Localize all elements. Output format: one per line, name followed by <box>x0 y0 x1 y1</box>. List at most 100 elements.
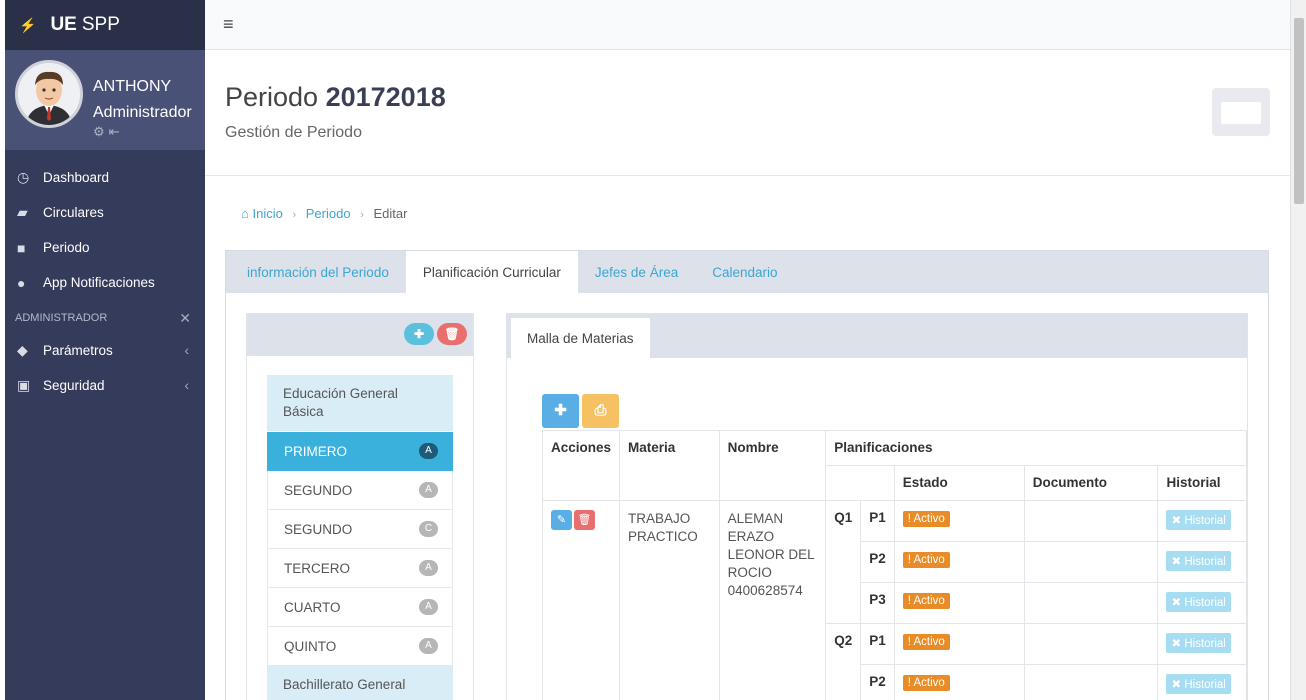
edit-icon[interactable]: ✎ <box>551 510 572 530</box>
list-item-segundo-c[interactable]: SEGUNDO C <box>267 510 453 549</box>
tab-malla-materias[interactable]: Malla de Materias <box>511 318 650 358</box>
parallel-badge: A <box>419 482 438 498</box>
breadcrumb-current: Editar <box>373 206 408 221</box>
page-title: Periodo 20172018 <box>225 82 446 113</box>
status-label: Activo <box>913 636 945 648</box>
tab-jefes-area[interactable]: Jefes de Área <box>578 251 695 293</box>
historial-button[interactable]: ✖ Historial <box>1166 551 1231 571</box>
cell-documento <box>1023 541 1159 583</box>
historial-label: Historial <box>1184 556 1226 568</box>
brand-rest: SPP <box>81 14 120 35</box>
historial-label: Historial <box>1184 597 1226 609</box>
tab-calendario[interactable]: Calendario <box>695 251 794 293</box>
book-icon: ■ <box>17 239 26 256</box>
sidebar-item-periodo[interactable]: ■ Periodo <box>5 230 205 265</box>
sidebar-item-circulares[interactable]: ▰ Circulares <box>5 195 205 230</box>
sidebar-item-parametros[interactable]: ◆ Parámetros ‹ <box>5 333 205 368</box>
status-label: Activo <box>913 677 945 689</box>
sidebar-item-label: Seguridad <box>43 378 105 393</box>
sidebar-item-label: Periodo <box>43 240 90 255</box>
vertical-scrollbar[interactable] <box>1290 0 1306 700</box>
add-subject-button[interactable]: ✚ <box>542 394 579 428</box>
cell-historial: ✖ Historial <box>1157 664 1247 700</box>
exclamation-icon: ! <box>907 636 911 648</box>
add-level-button[interactable]: ✚ <box>404 323 434 345</box>
subjects-tabs: Malla de Materias <box>507 314 1247 358</box>
group-educacion-basica: Educación General Básica <box>267 375 453 431</box>
cell-parcial: P2 <box>860 664 895 700</box>
list-item-label: SEGUNDO <box>284 482 353 498</box>
breadcrumb-home[interactable]: ⌂ Inicio <box>241 206 283 221</box>
historial-button[interactable]: ✖ Historial <box>1166 592 1231 612</box>
historial-button[interactable]: ✖ Historial <box>1166 510 1231 530</box>
user-name: ANTHONY <box>93 78 172 95</box>
tab-informacion-periodo[interactable]: información del Periodo <box>230 251 406 293</box>
home-icon: ⌂ <box>241 206 249 221</box>
cell-historial: ✖ Historial <box>1157 623 1247 665</box>
sidebar-item-dashboard[interactable]: ◷ Dashboard <box>5 160 205 195</box>
list-item-primero[interactable]: PRIMERO A <box>267 432 453 471</box>
list-item-cuarto[interactable]: CUARTO A <box>267 588 453 627</box>
parallel-badge: A <box>419 560 438 576</box>
cell-parcial: P1 <box>860 500 895 542</box>
status-label: Activo <box>913 595 945 607</box>
sidebar-item-seguridad[interactable]: ▣ Seguridad ‹ <box>5 368 205 403</box>
sidebar-item-label: Circulares <box>43 205 104 220</box>
status-badge: ! Activo <box>902 511 950 527</box>
list-item-segundo[interactable]: SEGUNDO A <box>267 471 453 510</box>
list-item-quinto[interactable]: QUINTO A <box>267 627 453 666</box>
chevron-left-icon: ‹ <box>184 378 190 393</box>
exclamation-icon: ! <box>907 513 911 525</box>
historial-button[interactable]: ✖ Historial <box>1166 674 1231 694</box>
user-role: Administrador <box>93 104 192 121</box>
gear-icon[interactable]: ⚙ <box>93 124 109 139</box>
top-navbar: ≡ <box>205 0 1290 50</box>
cell-parcial: P2 <box>860 541 895 583</box>
header-widget <box>1212 88 1270 136</box>
breadcrumb-periodo[interactable]: Periodo <box>306 206 351 221</box>
admin-header-label: ADMINISTRADOR <box>15 312 108 324</box>
page-subtitle: Gestión de Periodo <box>225 124 362 141</box>
brand-logo[interactable]: ⚡ UE SPP <box>5 0 205 50</box>
col-estado: Estado <box>893 465 1025 501</box>
status-badge: ! Activo <box>902 552 950 568</box>
sidebar-item-label: App Notificaciones <box>43 275 155 290</box>
tabs-bar: información del Periodo Planificación Cu… <box>226 251 1268 293</box>
cell-parcial: P1 <box>860 623 895 665</box>
logout-icon[interactable]: ⇤ <box>109 124 124 139</box>
historial-button[interactable]: ✖ Historial <box>1166 633 1231 653</box>
col-periodo-blank <box>825 465 895 501</box>
sidebar-item-label: Parámetros <box>43 343 113 358</box>
parallel-badge: C <box>419 521 438 537</box>
trash-icon[interactable]: 🗑 <box>574 510 595 530</box>
delete-level-button[interactable]: 🗑 <box>437 323 467 345</box>
tools-icon: ✕ <box>179 309 191 326</box>
hamburger-menu-icon[interactable]: ≡ <box>223 14 234 35</box>
col-nombre: Nombre <box>718 430 827 501</box>
cell-documento <box>1023 664 1159 700</box>
page-title-prefix: Periodo <box>225 82 319 112</box>
list-item-tercero[interactable]: TERCERO A <box>267 549 453 588</box>
parallel-badge: A <box>419 599 438 615</box>
historial-label: Historial <box>1184 515 1226 527</box>
print-icon[interactable]: ⎙ <box>582 394 619 428</box>
main-content: ⌂ Inicio › Periodo › Editar información … <box>205 176 1290 700</box>
chevron-left-icon: ‹ <box>184 343 190 358</box>
tab-planificacion-curricular[interactable]: Planificación Curricular <box>405 251 578 293</box>
historial-label: Historial <box>1184 679 1226 691</box>
cell-quimestre: Q2 <box>825 623 862 700</box>
status-badge: ! Activo <box>902 634 950 650</box>
sidebar-item-app-notificaciones[interactable]: ● App Notificaciones <box>5 265 205 300</box>
col-acciones: Acciones <box>541 430 621 501</box>
status-badge: ! Activo <box>902 593 950 609</box>
folder-open-icon: ▰ <box>17 204 28 220</box>
cell-estado: ! Activo <box>893 500 1025 542</box>
status-label: Activo <box>913 554 945 566</box>
col-historial: Historial <box>1157 465 1247 501</box>
cell-estado: ! Activo <box>893 664 1025 700</box>
close-icon: ✖ <box>1171 638 1182 650</box>
scrollbar-thumb[interactable] <box>1294 18 1304 204</box>
parallel-badge: A <box>419 443 438 459</box>
admin-section-header: ADMINISTRADOR ✕ <box>5 303 205 333</box>
tabs-box: información del Periodo Planificación Cu… <box>225 250 1269 700</box>
